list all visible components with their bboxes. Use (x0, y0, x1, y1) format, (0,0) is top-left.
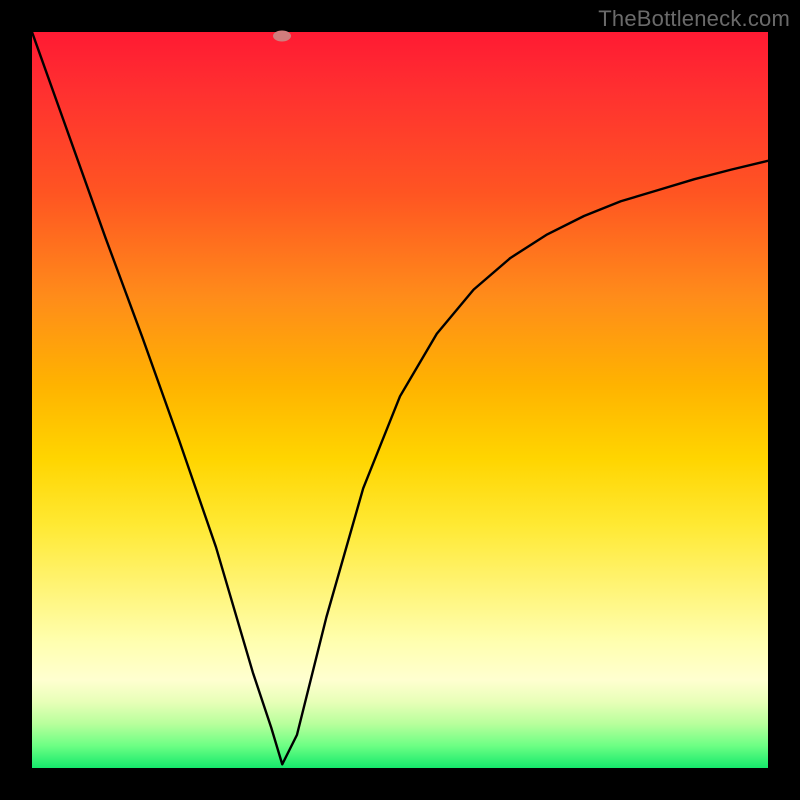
chart-outer: TheBottleneck.com (0, 0, 800, 800)
watermark-text: TheBottleneck.com (598, 6, 790, 32)
plot-area (32, 32, 768, 768)
bottleneck-curve (32, 32, 768, 764)
optimal-point-marker (273, 30, 291, 41)
curve-layer (32, 32, 768, 768)
